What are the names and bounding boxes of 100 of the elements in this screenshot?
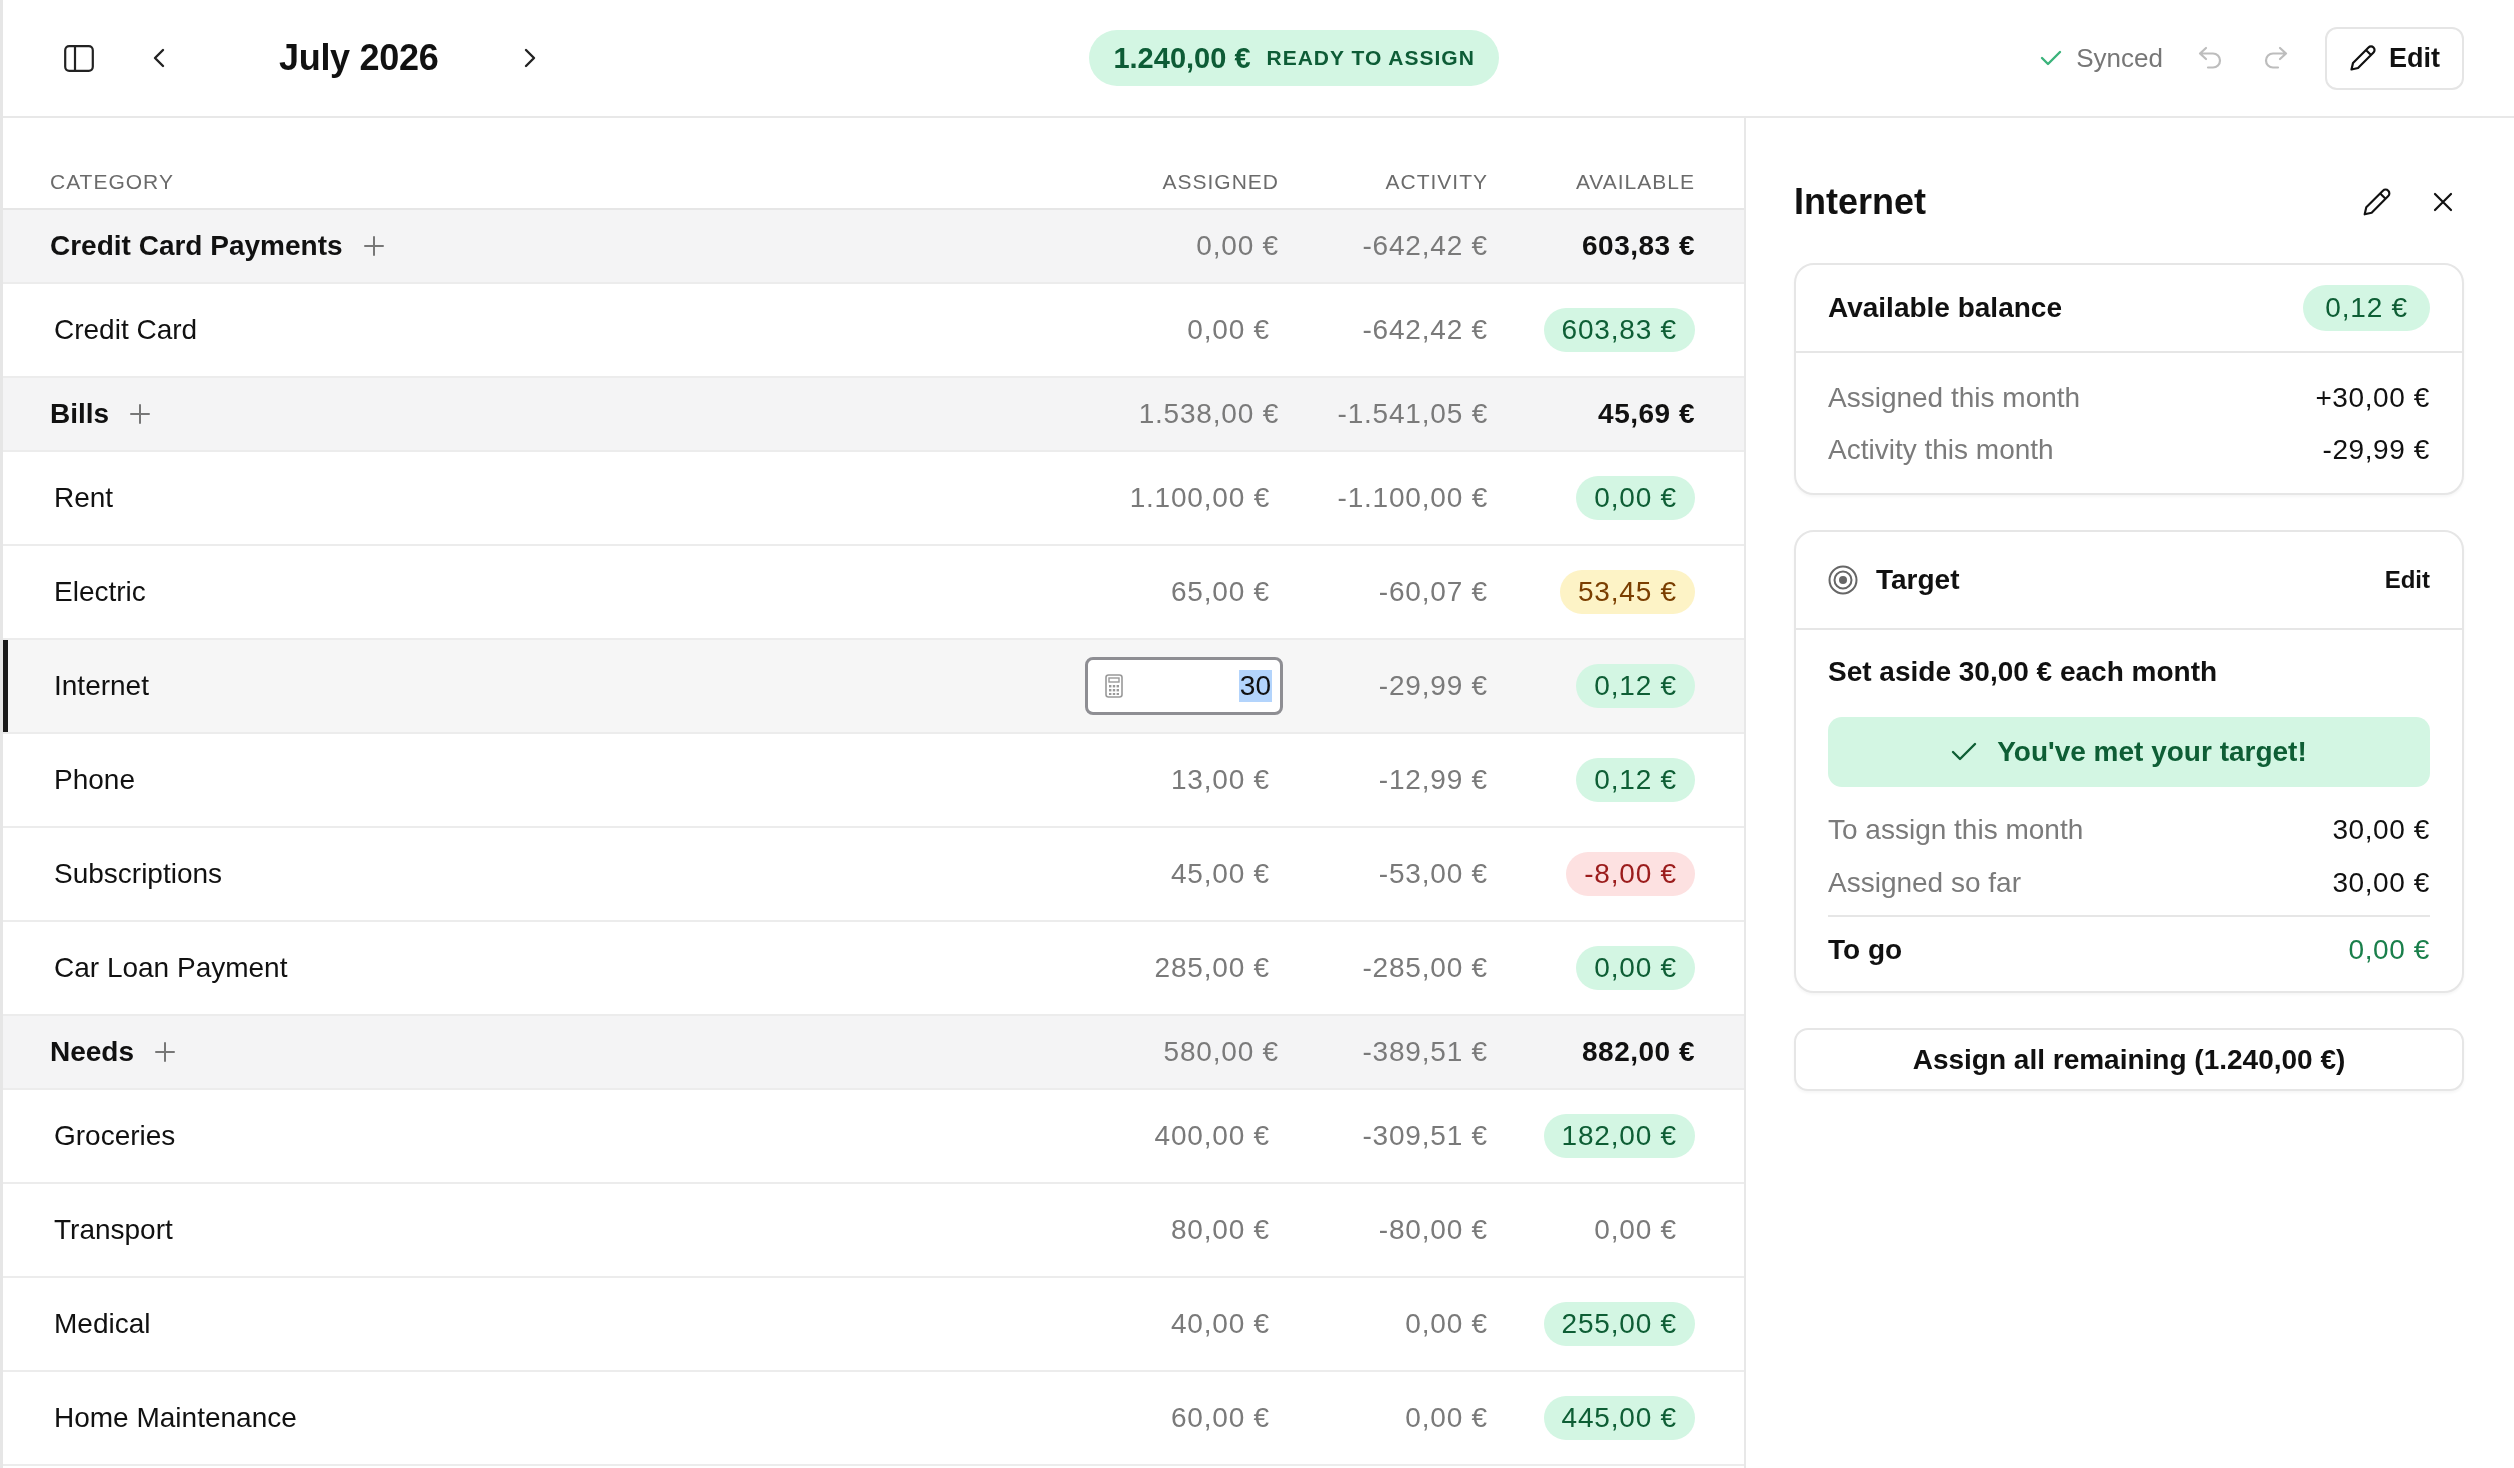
available-amount: 45,69 € xyxy=(1598,398,1695,430)
row-value: 30,00 € xyxy=(2332,866,2430,900)
group-name: Bills xyxy=(50,398,110,430)
check-icon xyxy=(1951,742,1978,762)
assigned-amount: 0,00 € xyxy=(1187,314,1270,346)
available-badge: 0,12 € xyxy=(1576,758,1695,802)
assigned-amount: 60,00 € xyxy=(1170,1402,1270,1434)
plus-icon xyxy=(129,403,152,425)
available-badge: 182,00 € xyxy=(1543,1114,1695,1158)
activity-amount: -60,07 € xyxy=(1378,576,1488,608)
activity-amount: -309,51 € xyxy=(1362,1120,1488,1152)
category-row[interactable]: Internet 30 -29,99 € 0,12 € xyxy=(3,640,1744,734)
category-name: Medical xyxy=(53,1308,151,1340)
row-value: -29,99 € xyxy=(2322,433,2430,467)
assigned-amount: 40,00 € xyxy=(1170,1308,1270,1340)
available-badge: 0,12 € xyxy=(1576,664,1695,708)
available-badge: 445,00 € xyxy=(1543,1396,1695,1440)
column-header: AVAILABLE xyxy=(1575,170,1695,194)
available-amount: 0,00 € xyxy=(1593,1213,1678,1247)
available-badge: 255,00 € xyxy=(1543,1302,1695,1346)
assigned-amount: 1.100,00 € xyxy=(1129,482,1270,514)
total-label: To go xyxy=(1828,933,1903,967)
sidebar-icon xyxy=(64,44,94,72)
activity-amount: -12,99 € xyxy=(1378,764,1488,796)
assigned-input-field[interactable]: 30 xyxy=(1085,657,1283,715)
row-label: Activity this month xyxy=(1828,433,2054,467)
edit-button[interactable]: Edit xyxy=(2325,26,2464,90)
close-icon xyxy=(2432,191,2454,213)
assigned-amount: 45,00 € xyxy=(1170,858,1270,890)
pencil-icon xyxy=(2349,44,2377,72)
category-name: Phone xyxy=(53,764,135,796)
group-name: Credit Card Payments xyxy=(50,230,343,262)
panel-title: Internet xyxy=(1794,181,1926,223)
activity-amount: -80,00 € xyxy=(1378,1214,1488,1246)
activity-amount: -389,51 € xyxy=(1362,1036,1488,1068)
assigned-amount: 0,00 € xyxy=(1196,230,1279,262)
banner-text: You've met your target! xyxy=(1997,736,2307,768)
assigned-amount: 65,00 € xyxy=(1170,576,1270,608)
card-title: Available balance xyxy=(1828,292,2062,324)
category-name: Home Maintenance xyxy=(53,1402,297,1434)
activity-amount: -53,00 € xyxy=(1378,858,1488,890)
available-amount: 882,00 € xyxy=(1582,1036,1695,1068)
category-name: Transport xyxy=(53,1214,173,1246)
activity-amount: -642,42 € xyxy=(1362,230,1488,262)
total-value: 0,00 € xyxy=(2348,933,2430,967)
category-name: Rent xyxy=(53,482,114,514)
assigned-amount: 80,00 € xyxy=(1170,1214,1270,1246)
undo-icon xyxy=(2197,46,2223,70)
available-badge: 53,45 € xyxy=(1559,570,1695,614)
category-name: Subscriptions xyxy=(53,858,223,890)
assigned-amount: 580,00 € xyxy=(1163,1036,1279,1068)
assigned-amount: 400,00 € xyxy=(1154,1120,1270,1152)
available-badge: 0,00 € xyxy=(1576,476,1695,520)
balance-badge: 0,12 € xyxy=(2303,285,2430,331)
sidebar-toggle-button[interactable] xyxy=(62,42,96,74)
assigned-amount: 1.538,00 € xyxy=(1138,398,1279,430)
activity-amount: -29,99 € xyxy=(1378,670,1488,702)
plus-icon xyxy=(362,235,385,257)
column-header: ASSIGNED xyxy=(1162,170,1279,194)
activity-amount: -285,00 € xyxy=(1362,952,1488,984)
category-name: Credit Card xyxy=(53,314,198,346)
month-title: July 2026 xyxy=(279,37,439,79)
category-name: Electric xyxy=(53,576,146,608)
edit-target-button[interactable]: Edit xyxy=(2370,560,2444,600)
check-icon xyxy=(2040,50,2063,66)
target-summary: Set aside 30,00 € each month xyxy=(1828,655,2219,689)
plus-icon xyxy=(154,1041,177,1063)
available-badge: 0,00 € xyxy=(1576,946,1695,990)
available-amount: 603,83 € xyxy=(1582,230,1695,262)
chevron-left-icon xyxy=(152,46,166,70)
redo-icon xyxy=(2263,46,2289,70)
assign-remaining-button[interactable]: Assign all remaining (1.240,00 €) xyxy=(1794,1028,2464,1091)
assigned-amount: 285,00 € xyxy=(1154,952,1270,984)
group-name: Needs xyxy=(50,1036,135,1068)
chevron-right-icon xyxy=(523,46,538,70)
row-value: +30,00 € xyxy=(2315,381,2430,415)
pencil-icon xyxy=(2362,187,2392,217)
category-name: Groceries xyxy=(53,1120,176,1152)
available-badge: 603,83 € xyxy=(1543,308,1695,352)
activity-amount: -1.541,05 € xyxy=(1337,398,1488,430)
row-value: 30,00 € xyxy=(2332,813,2430,847)
ready-to-assign-amount: 1.240,00 € xyxy=(1113,41,1251,75)
category-name: Internet xyxy=(53,670,149,702)
activity-amount: -1.100,00 € xyxy=(1337,482,1488,514)
sync-status: Synced xyxy=(2076,42,2163,74)
activity-amount: -642,42 € xyxy=(1362,314,1488,346)
category-name: Car Loan Payment xyxy=(53,952,288,984)
activity-amount: 0,00 € xyxy=(1405,1308,1488,1340)
assigned-amount: 13,00 € xyxy=(1170,764,1270,796)
column-header: CATEGORY xyxy=(50,170,175,194)
column-header: ACTIVITY xyxy=(1385,170,1488,194)
target-icon xyxy=(1828,565,1858,595)
row-label: Assigned so far xyxy=(1828,866,2021,900)
card-title: Target xyxy=(1876,564,1960,596)
activity-amount: 0,00 € xyxy=(1405,1402,1488,1434)
row-label: Assigned this month xyxy=(1828,381,2081,415)
ready-to-assign-label: READY TO ASSIGN xyxy=(1266,46,1475,70)
row-label: To assign this month xyxy=(1828,813,2084,847)
available-badge: -8,00 € xyxy=(1566,852,1695,896)
calculator-icon xyxy=(1105,674,1123,698)
